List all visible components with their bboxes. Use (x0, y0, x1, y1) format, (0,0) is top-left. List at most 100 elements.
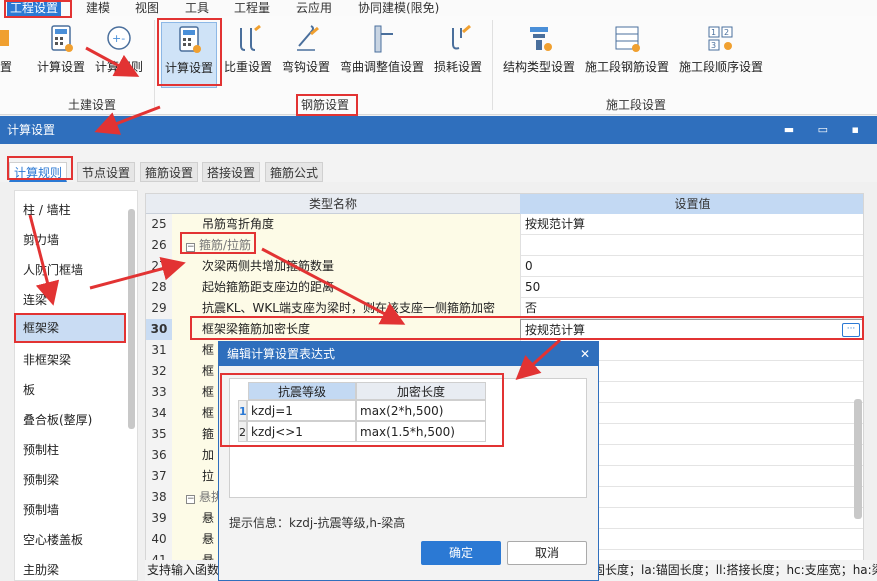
list-item[interactable]: 预制墙 (23, 501, 59, 518)
table-row[interactable]: 25 吊筋弯折角度 按规范计算 (146, 214, 863, 235)
menu-collab-modeling[interactable]: 协同建模(限免) (358, 0, 439, 16)
menu-quantity[interactable]: 工程量 (234, 0, 270, 16)
civil-calc-settings-button[interactable]: 计算设置 (34, 22, 88, 88)
type-name-text: 框 (202, 406, 215, 420)
tab-lap-settings[interactable]: 搭接设置 (202, 162, 261, 182)
hook-icon (291, 24, 321, 54)
cancel-button[interactable]: 取消 (507, 541, 587, 565)
dialog-title: 编辑计算设置表达式 (227, 347, 336, 361)
expression-grid-panel: 抗震等级 加密长度 1 kzdj=1 max(2*h,500) 2 kzdj<>… (229, 378, 587, 498)
type-name-text: 拉 (202, 469, 215, 483)
ribbon-partial-button[interactable]: 置 (0, 22, 16, 88)
structure-type-settings-button[interactable]: 结构类型设置 (500, 22, 578, 88)
list-item[interactable]: 剪力墙 (23, 231, 59, 248)
seismic-grade-cell[interactable]: kzdj=1 (247, 400, 356, 421)
table-scrollbar[interactable] (854, 399, 862, 519)
seismic-grade-cell[interactable]: kzdj<>1 (247, 421, 356, 442)
value-text: 50 (525, 280, 541, 294)
table-group-row[interactable]: 26− 箍筋/拉筋 (146, 235, 863, 256)
type-name-text: 箍 (202, 427, 215, 441)
tab-calc-rules[interactable]: 计算规则 (9, 162, 68, 182)
tab-stirrup-formula[interactable]: 箍筋公式 (265, 162, 324, 182)
bend-adjust-settings-button[interactable]: 弯曲调整值设置 (337, 22, 427, 88)
value-cell[interactable]: 否 (520, 298, 863, 319)
tab-stirrup-settings[interactable]: 箍筋设置 (140, 162, 199, 182)
weight-settings-button[interactable]: 比重设置 (222, 22, 274, 88)
column-header-densify-length[interactable]: 加密长度 (356, 382, 486, 400)
menu-modeling[interactable]: 建模 (86, 0, 110, 16)
list-item[interactable]: 连梁 (23, 291, 47, 308)
table-row[interactable]: 29 抗震KL、WKL端支座为梁时，则在该支座一侧箍筋加密 否 (146, 298, 863, 319)
stage-rebar-icon (612, 24, 642, 54)
hook-settings-button[interactable]: 弯钩设置 (279, 22, 333, 88)
menu-bar: 工程设置 建模 视图 工具 工程量 云应用 协同建模(限免) (0, 0, 877, 16)
list-item[interactable]: 板 (23, 381, 35, 398)
list-item-selected[interactable]: 框架梁 (15, 315, 125, 341)
dialog-titlebar: 编辑计算设置表达式 ✕ (219, 342, 598, 366)
component-type-list: 柱 / 墙柱 剪力墙 人防门框墙 连梁 框架梁 非框架梁 板 叠合板(整厚) 预… (14, 190, 138, 581)
stage-order-settings-label: 施工段顺序设置 (678, 60, 763, 74)
table-row[interactable]: 27 次梁两侧共增加箍筋数量 0 (146, 256, 863, 277)
column-header-type-name[interactable]: 类型名称 (146, 194, 520, 214)
stage-rebar-settings-label: 施工段钢筋设置 (584, 60, 669, 74)
type-name-text: 框架梁箍筋加密长度 (202, 322, 311, 336)
row-number: 34 (146, 403, 172, 424)
collapse-icon[interactable]: − (186, 495, 195, 504)
loss-settings-button[interactable]: 损耗设置 (431, 22, 485, 88)
stage-rebar-settings-button[interactable]: 施工段钢筋设置 (582, 22, 672, 88)
ellipsis-button[interactable]: ··· (842, 323, 860, 337)
list-item[interactable]: 柱 / 墙柱 (23, 201, 71, 218)
list-item[interactable]: 预制梁 (23, 471, 59, 488)
value-cell[interactable] (520, 235, 863, 256)
list-item[interactable]: 非框架梁 (23, 351, 71, 368)
type-name-text: 次梁两侧共增加箍筋数量 (202, 259, 335, 273)
densify-length-cell[interactable]: max(2*h,500) (356, 400, 486, 421)
type-name-text: 框 (202, 343, 215, 357)
list-item[interactable]: 主肋梁 (23, 561, 59, 578)
list-item[interactable]: 空心楼盖板 (23, 531, 83, 548)
type-name-cell: 抗震KL、WKL端支座为梁时，则在该支座一侧箍筋加密 (172, 298, 520, 319)
value-cell[interactable]: 0 (520, 256, 863, 277)
menu-view[interactable]: 视图 (135, 0, 159, 16)
svg-text:1: 1 (711, 28, 716, 37)
type-name-cell: 吊筋弯折角度 (172, 214, 520, 235)
menu-cloud[interactable]: 云应用 (296, 0, 332, 16)
table-row[interactable]: 28 起始箍筋距支座边的距离 50 (146, 277, 863, 298)
menu-project-settings[interactable]: 工程设置 (7, 0, 62, 16)
settings-icon (0, 24, 13, 54)
value-text: 按规范计算 (525, 323, 586, 337)
tab-node-settings[interactable]: 节点设置 (77, 162, 136, 182)
value-cell[interactable]: 按规范计算 (520, 214, 863, 235)
window-controls[interactable]: ▬ ▭ ▪ (784, 116, 869, 144)
column-header-seismic-grade[interactable]: 抗震等级 (248, 382, 356, 400)
list-item[interactable]: 叠合板(整厚) (23, 411, 92, 428)
type-name-text: 框 (202, 385, 215, 399)
civil-calc-rules-button[interactable]: +- 计算规则 (92, 22, 146, 88)
edit-expression-dialog: 编辑计算设置表达式 ✕ 抗震等级 加密长度 1 kzdj=1 max(2*h,5… (218, 341, 599, 581)
row-number: 35 (146, 424, 172, 445)
ok-button[interactable]: 确定 (421, 541, 501, 565)
value-cell[interactable]: 按规范计算 ··· (520, 319, 863, 340)
stage-order-settings-button[interactable]: 123 施工段顺序设置 (676, 22, 766, 88)
civil-calc-settings-label: 计算设置 (36, 60, 85, 74)
list-item[interactable]: 人防门框墙 (23, 261, 83, 278)
type-name-cell: 次梁两侧共增加箍筋数量 (172, 256, 520, 277)
menu-tools[interactable]: 工具 (185, 0, 209, 16)
row-number: 31 (146, 340, 172, 361)
rebar-calc-settings-button[interactable]: 计算设置 (161, 22, 217, 88)
value-cell[interactable]: 50 (520, 277, 863, 298)
list-scrollbar[interactable] (128, 209, 135, 429)
type-name-text: 加 (202, 448, 215, 462)
table-row[interactable]: 30 框架梁箍筋加密长度 按规范计算 ··· (146, 319, 863, 340)
collapse-icon[interactable]: − (186, 243, 195, 252)
loss-icon (443, 24, 473, 54)
densify-length-cell[interactable]: max(1.5*h,500) (356, 421, 486, 442)
list-item[interactable]: 预制柱 (23, 441, 59, 458)
row-number: 33 (146, 382, 172, 403)
column-header-value[interactable]: 设置值 (520, 194, 863, 214)
structure-type-settings-label: 结构类型设置 (502, 60, 575, 74)
type-name-text: 抗震KL、WKL端支座为梁时，则在该支座一侧箍筋加密 (202, 301, 495, 315)
rebar-group-label: 钢筋设置 (301, 98, 350, 112)
close-icon[interactable]: ✕ (580, 342, 590, 366)
value-text: 按规范计算 (525, 217, 586, 231)
